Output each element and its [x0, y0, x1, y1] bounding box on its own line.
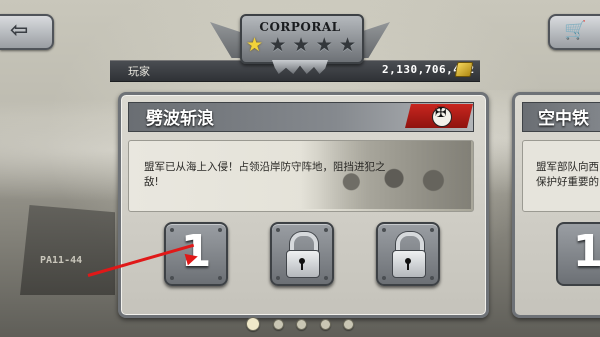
landing-craft-image [20, 205, 115, 295]
rivet [382, 228, 386, 232]
star-icon: ★ [338, 34, 356, 56]
star-icon: ★ [292, 34, 310, 56]
star-icon: ★ [269, 34, 287, 56]
rivet [276, 276, 280, 280]
rivet [276, 228, 280, 232]
mission-title: 空中铁 [538, 109, 589, 129]
rank-stars: ★ ★ ★ ★ ★ [246, 34, 356, 56]
level-number: 1 [572, 226, 600, 277]
rank-title: CORPORAL [259, 20, 341, 34]
rivet [430, 228, 434, 232]
page-dot[interactable] [343, 318, 354, 330]
level-2-locked-button[interactable] [270, 222, 334, 286]
page-dot[interactable] [296, 318, 307, 330]
keyhole-slot [301, 262, 303, 270]
padlock-icon [392, 250, 426, 278]
rivet [324, 276, 328, 280]
star-icon: ★ [315, 34, 333, 56]
rivet [324, 228, 328, 232]
gold-bar-icon [454, 62, 474, 77]
page-dot[interactable] [272, 318, 284, 330]
flag-cross-icon: ✠ [435, 105, 447, 121]
level-1-button[interactable]: 1 [556, 222, 600, 286]
back-button[interactable]: ⇦ [0, 14, 54, 50]
rivet [382, 276, 386, 280]
keyhole-slot [407, 262, 409, 270]
level-3-locked-button[interactable] [376, 222, 440, 286]
mission-description: 盟军已从海上入侵！占领沿岸防守阵地，阻挡进犯之敌! [144, 161, 386, 188]
mission-title: 劈波斩浪 [146, 109, 214, 129]
page-indicator [246, 317, 354, 331]
player-name: 玩家 [128, 65, 150, 78]
shop-button[interactable]: 🛒 [548, 14, 600, 50]
rivet [430, 276, 434, 280]
landing-craft-hull-number: PA11-44 [40, 255, 83, 266]
star-icon: ★ [246, 34, 264, 56]
padlock-icon [286, 250, 320, 278]
page-dot[interactable] [319, 318, 331, 330]
shopping-cart-icon: 🛒 [564, 20, 587, 41]
mission-description: 盟军部队向西保护好重要的 [536, 161, 599, 188]
back-arrow-icon: ⇦ [10, 18, 29, 43]
page-dot[interactable] [246, 317, 260, 331]
